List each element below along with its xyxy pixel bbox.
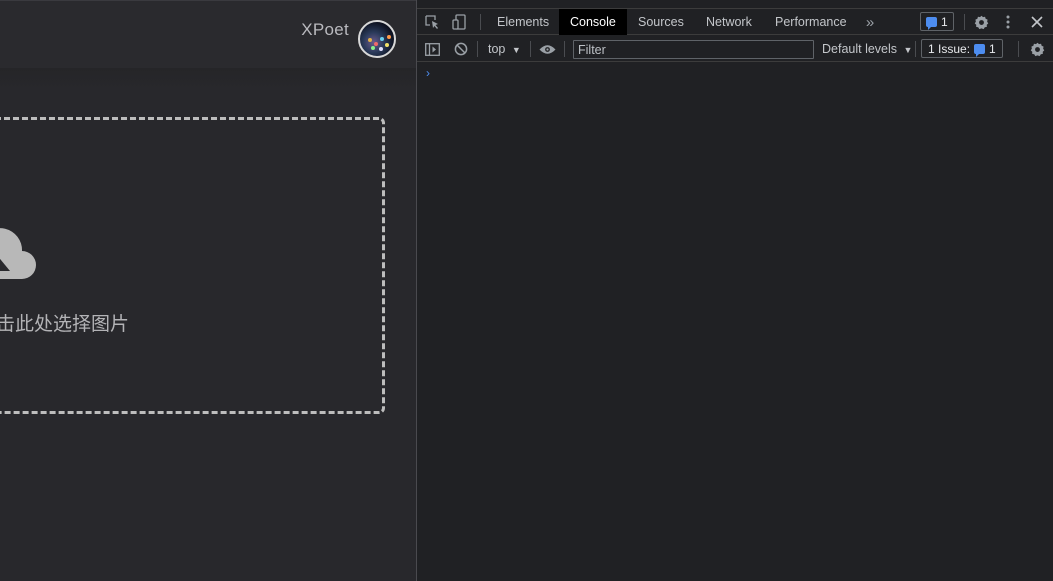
app-header: XPoet — [0, 1, 416, 90]
tab-elements[interactable]: Elements — [486, 9, 560, 35]
upload-hint[interactable]: 击此处选择图片 — [0, 309, 129, 336]
filter-input[interactable] — [573, 40, 814, 59]
sidebar-toggle-icon[interactable] — [424, 41, 440, 57]
kebab-menu-icon[interactable] — [1001, 13, 1015, 31]
toolbar-separator — [530, 41, 531, 57]
close-icon[interactable] — [1029, 13, 1045, 31]
console-prompt[interactable]: › — [426, 66, 430, 80]
message-icon — [926, 16, 937, 30]
more-tabs-icon[interactable]: » — [863, 12, 877, 32]
toolbar-separator — [564, 41, 565, 57]
devtools-tab-bar: Elements Console Sources Network Perform… — [417, 9, 1053, 35]
device-toolbar-icon[interactable] — [451, 14, 467, 30]
context-selector[interactable]: top ▼ — [488, 40, 521, 58]
messages-count: 1 — [941, 14, 948, 29]
devtools-panel: Elements Console Sources Network Perform… — [417, 0, 1053, 581]
eye-icon[interactable] — [538, 41, 556, 57]
inspect-element-icon[interactable] — [424, 14, 440, 30]
avatar[interactable] — [358, 20, 396, 58]
log-levels-dropdown[interactable]: Default levels ▼ — [822, 40, 912, 58]
tab-separator — [480, 14, 481, 30]
app-pane: XPoet 击此处选择图片 — [0, 0, 416, 581]
console-settings-icon[interactable] — [1029, 40, 1045, 58]
context-value: top — [488, 42, 506, 56]
tab-console[interactable]: Console — [559, 9, 627, 35]
toolbar-separator — [915, 41, 916, 57]
toolbar-separator — [477, 41, 478, 57]
settings-icon[interactable] — [973, 13, 989, 31]
tab-network[interactable]: Network — [695, 9, 763, 35]
toolbar-separator — [1018, 41, 1019, 57]
message-icon — [974, 43, 986, 57]
devtools-top-edge — [417, 0, 1053, 9]
console-toolbar: top ▼ Default levels ▼ 1 Issue: 1 — [417, 36, 1053, 62]
issues-label: 1 Issue: — [928, 41, 971, 56]
messages-badge[interactable]: 1 — [920, 12, 954, 31]
issues-button[interactable]: 1 Issue: 1 — [921, 39, 1003, 58]
username[interactable]: XPoet — [301, 20, 349, 40]
upload-dropzone[interactable] — [0, 117, 385, 414]
clear-console-icon[interactable] — [453, 41, 469, 57]
tab-performance[interactable]: Performance — [764, 9, 858, 35]
toolbar-separator — [964, 14, 965, 30]
chevron-down-icon: ▼ — [511, 45, 521, 55]
chevron-down-icon: ▼ — [903, 45, 913, 55]
tab-sources[interactable]: Sources — [627, 9, 695, 35]
log-levels-value: Default levels — [822, 42, 898, 56]
cloud-upload-icon — [0, 228, 36, 279]
issues-count: 1 — [989, 41, 996, 56]
